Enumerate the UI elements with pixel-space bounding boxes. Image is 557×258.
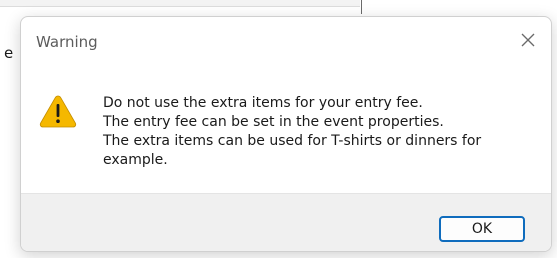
ok-button[interactable]: OK <box>439 216 525 242</box>
close-icon[interactable] <box>515 27 541 53</box>
message-line: The extra items can be used for T-shirts… <box>103 133 482 149</box>
background-text-fragment: e <box>4 44 14 62</box>
dialog-title: Warning <box>36 33 98 51</box>
message-line: The entry fee can be set in the event pr… <box>103 114 444 130</box>
dialog-message: Do not use the extra items for your entr… <box>103 94 543 170</box>
dialog-content: Do not use the extra items for your entr… <box>21 65 551 193</box>
warning-icon <box>39 94 77 128</box>
dialog-titlebar: Warning <box>21 17 551 65</box>
message-line: Do not use the extra items for your entr… <box>103 95 423 111</box>
dialog-footer: OK <box>21 193 551 251</box>
message-line: example. <box>103 152 168 168</box>
background-toolbar <box>0 0 360 7</box>
warning-dialog: Warning Do not use the extra items for y… <box>20 16 552 252</box>
background-divider <box>361 0 362 14</box>
